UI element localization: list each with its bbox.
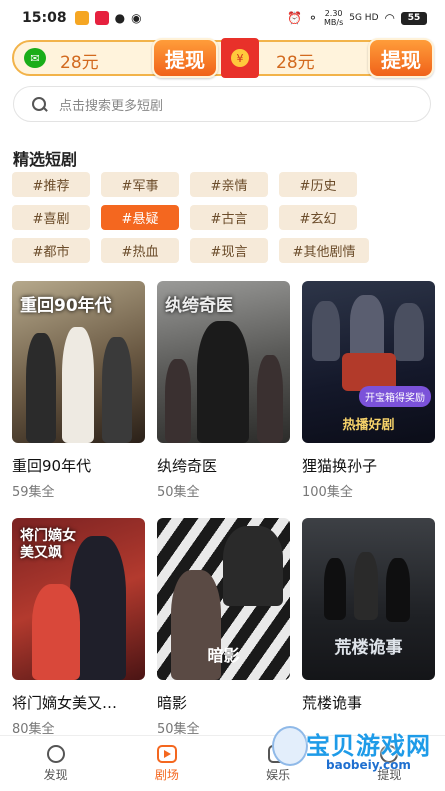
cat-icon: ◉ [131,11,142,25]
notification-icons: ● ◉ [74,11,142,25]
theater-icon [156,744,177,763]
app-notification-icon [74,11,89,25]
redpacket-amount: 28元 [276,53,315,73]
drama-title: 狸猫换孙子 [302,457,378,475]
tab-discover[interactable]: 发现 [0,736,111,791]
tag-family[interactable]: #亲情 [190,172,268,197]
drama-card[interactable]: 纨绔奇医 纨绔奇医 50集全 [157,281,290,500]
wifi-icon: ◠ [384,11,395,25]
watermark: 宝贝游戏网 baobeiy.com [270,720,440,780]
tag-recommend[interactable]: #推荐 [12,172,90,197]
tag-military[interactable]: #军事 [101,172,179,197]
drama-poster[interactable]: 荒楼诡事 [302,518,435,680]
signal-label: 5G HD [349,13,379,23]
tag-urban[interactable]: #都市 [12,238,90,263]
silent-icon: ⚬ [307,11,318,25]
chat-icon: ● [114,11,126,25]
withdraw-button-right[interactable]: 提现 [368,38,434,78]
red-packet-icon: ¥ [221,38,259,78]
discover-icon [46,744,65,763]
tag-other[interactable]: #其他剧情 [279,238,369,263]
drama-card[interactable]: 将门嫡女美又飒 将门嫡女美又… 80集全 [12,518,145,737]
section-title: 精选短剧 [13,150,78,169]
drama-title: 纨绔奇医 [157,457,218,475]
status-indicators: ⏰ ⚬ 2.30 MB/s 5G HD ◠ 55 [287,9,427,27]
tag-modern-romance[interactable]: #现言 [190,238,268,263]
tag-fantasy[interactable]: #玄幻 [279,205,357,230]
drama-episodes: 100集全 [302,485,353,500]
search-icon [32,96,47,112]
drama-title: 将门嫡女美又… [12,694,118,712]
drama-episodes: 59集全 [12,485,55,500]
status-bar: 15:08 ● ◉ ⏰ ⚬ 2.30 MB/s 5G HD ◠ 55 [0,0,445,36]
coin-bar: ✉ 28元 提现 ¥ 28元 提现 [12,38,434,78]
mascot-icon [272,726,308,766]
drama-title: 暗影 [157,694,188,712]
drama-poster[interactable]: 暗影 [157,518,290,680]
clock: 15:08 [22,10,67,26]
search-placeholder: 点击搜索更多短剧 [59,98,164,114]
drama-episodes: 50集全 [157,485,200,500]
tag-action[interactable]: #热血 [101,238,179,263]
net-speed: 2.30 MB/s [323,9,344,27]
wechat-icon: ✉ [24,48,46,68]
genre-tags: #推荐 #军事 #亲情 #历史 #喜剧 #悬疑 #古言 #玄幻 #都市 #热血 … [12,172,437,263]
tab-theater[interactable]: 剧场 [111,736,222,791]
drama-poster[interactable]: 将门嫡女美又飒 [12,518,145,680]
drama-card[interactable]: 暗影 暗影 50集全 [157,518,290,737]
tag-ancient-romance[interactable]: #古言 [190,205,268,230]
drama-card[interactable]: 重回90年代 重回90年代 59集全 [12,281,145,500]
battery-icon: 55 [401,11,427,25]
drama-poster[interactable]: 开宝箱得奖励 热播好剧 [302,281,435,443]
tag-history[interactable]: #历史 [279,172,357,197]
app-notification-icon [94,11,109,25]
drama-poster[interactable]: 纨绔奇医 [157,281,290,443]
drama-grid: 重回90年代 重回90年代 59集全 纨绔奇医 纨绔奇医 50集全 开宝箱得奖励… [12,281,435,737]
wechat-amount: 28元 [60,53,99,73]
drama-card[interactable]: 开宝箱得奖励 热播好剧 狸猫换孙子 100集全 [302,281,435,500]
search-bar[interactable]: 点击搜索更多短剧 [13,86,431,122]
withdraw-button-left[interactable]: 提现 [152,38,218,78]
alarm-icon: ⏰ [286,11,302,25]
drama-poster[interactable]: 重回90年代 [12,281,145,443]
drama-card[interactable]: 荒楼诡事 荒楼诡事 [302,518,435,737]
drama-title: 荒楼诡事 [302,694,363,712]
drama-title: 重回90年代 [12,457,92,475]
tag-suspense[interactable]: #悬疑 [101,205,179,230]
tag-comedy[interactable]: #喜剧 [12,205,90,230]
treasure-box-badge[interactable]: 开宝箱得奖励 [359,386,431,407]
